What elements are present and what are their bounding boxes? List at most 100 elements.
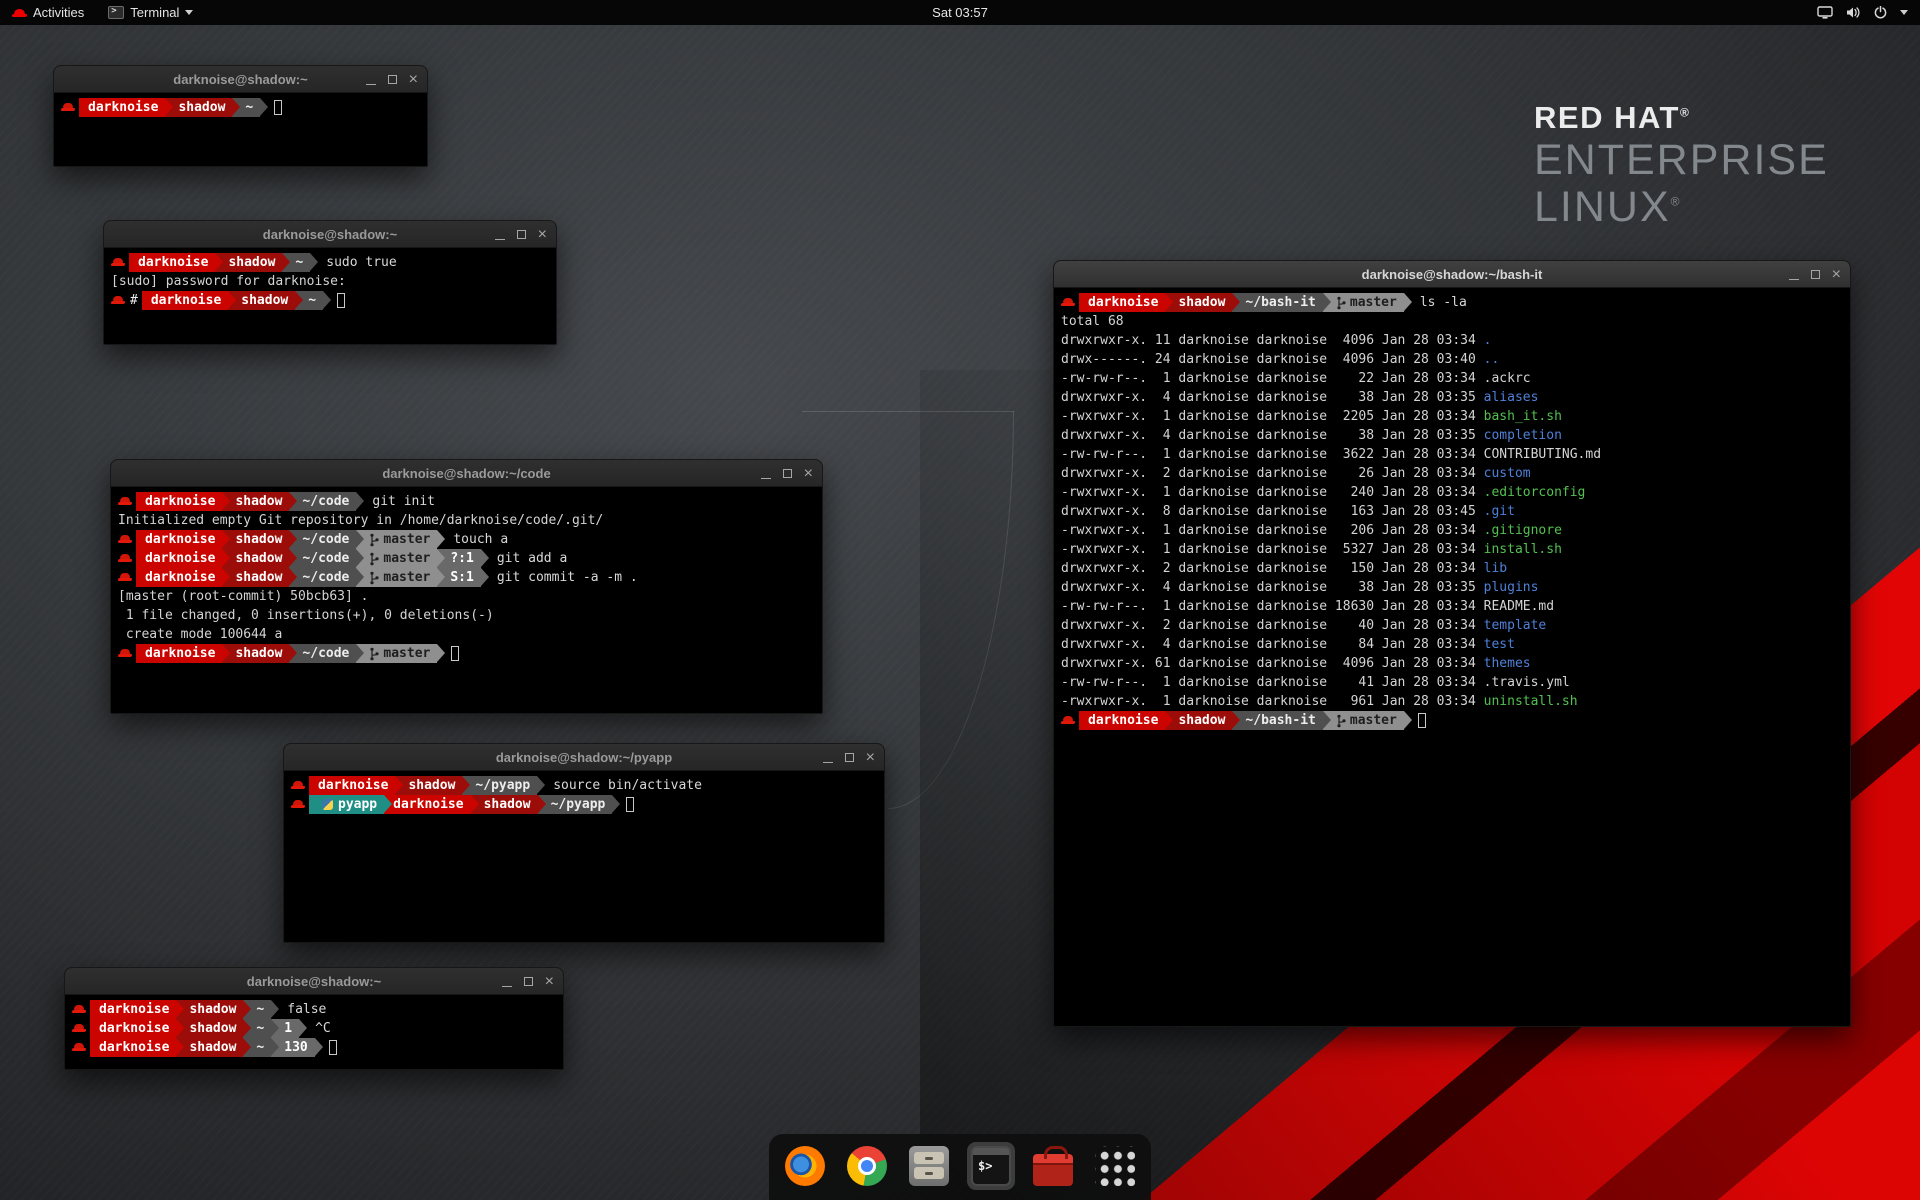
dock-item-chrome[interactable]: [843, 1142, 891, 1190]
close-button[interactable]: ×: [866, 750, 875, 766]
output-text: [sudo] password for darknoise:: [111, 272, 354, 291]
terminal-app-icon: [108, 6, 124, 19]
prompt-segment-user: darknoise: [129, 253, 215, 272]
prompt-line: darknoiseshadow~: [61, 98, 420, 117]
close-button[interactable]: ×: [538, 227, 547, 243]
titlebar[interactable]: darknoise@shadow:~×: [65, 968, 563, 995]
titlebar[interactable]: darknoise@shadow:~/pyapp×: [284, 744, 884, 771]
terminal-window-bash-it[interactable]: darknoise@shadow:~/bash-it × darknoiseshad…: [1053, 260, 1851, 1027]
output-span: -rwxrwxr-x. 1 darknoise darknoise 206 Ja…: [1061, 523, 1484, 538]
output-line: -rw-rw-r--. 1 darknoise darknoise 41 Jan…: [1061, 673, 1843, 692]
minimize-button[interactable]: [761, 469, 771, 479]
maximize-button[interactable]: [517, 230, 526, 239]
output-text: -rw-rw-r--. 1 darknoise darknoise 22 Jan…: [1061, 369, 1531, 388]
prompt-line: darknoiseshadow~/pyappsource bin/activat…: [291, 776, 877, 795]
close-button[interactable]: ×: [409, 72, 418, 88]
terminal-content[interactable]: darknoiseshadow~/pyappsource bin/activat…: [284, 771, 884, 819]
minimize-button[interactable]: [502, 977, 512, 987]
terminal-content[interactable]: darknoiseshadow~sudo true[sudo] password…: [104, 248, 556, 315]
output-span: drwx------. 24 darknoise darknoise 4096 …: [1061, 352, 1484, 367]
terminal-window-home-2[interactable]: darknoise@shadow:~×darknoiseshadow~false…: [64, 967, 564, 1070]
system-tray[interactable]: [1817, 0, 1920, 25]
close-button[interactable]: ×: [1832, 267, 1841, 283]
redhat-prompt-icon: [72, 1019, 87, 1038]
activities-button[interactable]: Activities: [0, 0, 96, 25]
output-line: [master (root-commit) 50bcb63] .: [118, 587, 815, 606]
prompt-segment-user: darknoise: [142, 291, 228, 310]
output-line: create mode 100644 a: [118, 625, 815, 644]
window-title: darknoise@shadow:~/bash-it: [1362, 267, 1543, 282]
prompt-segment-user: darknoise: [136, 549, 222, 568]
filename-dir: .git: [1484, 504, 1515, 519]
redhat-logo-icon: [12, 7, 27, 19]
output-text: drwxrwxr-x. 4 darknoise darknoise 38 Jan…: [1061, 388, 1538, 407]
prompt-segment-host: shadow: [222, 492, 289, 511]
output-span: -rw-rw-r--. 1 darknoise darknoise 22 Jan…: [1061, 371, 1531, 386]
redhat-prompt-icon: [111, 253, 126, 272]
prompt-segment-scm: master: [356, 568, 437, 587]
maximize-button[interactable]: [524, 977, 533, 986]
filename-dir: completion: [1484, 428, 1562, 443]
output-span: drwxrwxr-x. 2 darknoise darknoise 40 Jan…: [1061, 618, 1484, 633]
minimize-button[interactable]: [495, 230, 505, 240]
dock-item-app-grid[interactable]: [1091, 1142, 1139, 1190]
dock-item-toolbox[interactable]: [1029, 1142, 1077, 1190]
output-line: [sudo] password for darknoise:: [111, 272, 549, 291]
terminal-window-code[interactable]: darknoise@shadow:~/code×darknoiseshadow~…: [110, 459, 823, 714]
output-text: -rwxrwxr-x. 1 darknoise darknoise 206 Ja…: [1061, 521, 1562, 540]
maximize-button[interactable]: [845, 753, 854, 762]
prompt-segment-host: shadow: [215, 253, 282, 272]
prompt-segment-user: darknoise: [90, 1019, 176, 1038]
terminal-content[interactable]: darknoiseshadow~/bash-itmasterls -latota…: [1054, 288, 1850, 735]
terminal-window-sudo[interactable]: darknoise@shadow:~ × darknoiseshadow~sudo …: [103, 220, 557, 345]
app-menu-terminal[interactable]: Terminal: [96, 0, 205, 25]
dock-item-terminal[interactable]: [967, 1142, 1015, 1190]
prompt-segment-host: shadow: [222, 568, 289, 587]
prompt-segment-user: darknoise: [90, 1038, 176, 1057]
display-icon: [1817, 6, 1833, 19]
titlebar[interactable]: darknoise@shadow:~/code×: [111, 460, 822, 487]
filename-exec: bash_it.sh: [1484, 409, 1562, 424]
terminal-window-home-1[interactable]: darknoise@shadow:~× darknoiseshadow~: [53, 65, 428, 167]
output-line: drwxrwxr-x. 61 darknoise darknoise 4096 …: [1061, 654, 1843, 673]
window-title: darknoise@shadow:~: [263, 227, 397, 242]
prompt-segment-path: ~/code: [289, 530, 356, 549]
maximize-button[interactable]: [783, 469, 792, 478]
minimize-button[interactable]: [366, 75, 376, 85]
filename-exec: install.sh: [1484, 542, 1562, 557]
output-text: drwxrwxr-x. 2 darknoise darknoise 150 Ja…: [1061, 559, 1507, 578]
terminal-content[interactable]: darknoiseshadow~falsedarknoiseshadow~1^C…: [65, 995, 563, 1062]
redhat-prompt-icon: [61, 98, 76, 117]
output-span: drwxrwxr-x. 2 darknoise darknoise 150 Ja…: [1061, 561, 1484, 576]
close-button[interactable]: ×: [545, 974, 554, 990]
output-span: -rwxrwxr-x. 1 darknoise darknoise 5327 J…: [1061, 542, 1484, 557]
output-span: -rw-rw-r--. 1 darknoise darknoise 3622 J…: [1061, 447, 1601, 462]
terminal-cursor: [626, 797, 634, 812]
titlebar[interactable]: darknoise@shadow:~ ×: [104, 221, 556, 248]
activities-label: Activities: [33, 5, 84, 20]
terminal-window-pyapp[interactable]: darknoise@shadow:~/pyapp× darknoiseshadow…: [283, 743, 885, 943]
minimize-button[interactable]: [823, 753, 833, 763]
close-button[interactable]: ×: [804, 466, 813, 482]
titlebar[interactable]: darknoise@shadow:~×: [54, 66, 427, 93]
output-span: -rwxrwxr-x. 1 darknoise darknoise 2205 J…: [1061, 409, 1484, 424]
dock-item-firefox[interactable]: [781, 1142, 829, 1190]
filename-dir: themes: [1484, 656, 1531, 671]
terminal-content[interactable]: darknoiseshadow~: [54, 93, 427, 122]
output-span: drwxrwxr-x. 4 darknoise darknoise 38 Jan…: [1061, 580, 1484, 595]
terminal-content[interactable]: darknoiseshadow~/codegit initInitialized…: [111, 487, 822, 668]
filename-dir: custom: [1484, 466, 1531, 481]
redhat-prompt-icon: [1061, 293, 1076, 312]
output-span: create mode 100644 a: [118, 627, 282, 642]
redhat-prompt-icon: [118, 568, 133, 587]
maximize-button[interactable]: [1811, 270, 1820, 279]
terminal-cursor: [274, 100, 282, 115]
titlebar[interactable]: darknoise@shadow:~/bash-it ×: [1054, 261, 1850, 288]
output-text: create mode 100644 a: [118, 625, 282, 644]
prompt-segment-host: shadow: [222, 530, 289, 549]
clock[interactable]: Sat 03:57: [932, 5, 988, 20]
dock-item-files[interactable]: [905, 1142, 953, 1190]
minimize-button[interactable]: [1789, 270, 1799, 280]
output-line: drwxrwxr-x. 2 darknoise darknoise 26 Jan…: [1061, 464, 1843, 483]
maximize-button[interactable]: [388, 75, 397, 84]
